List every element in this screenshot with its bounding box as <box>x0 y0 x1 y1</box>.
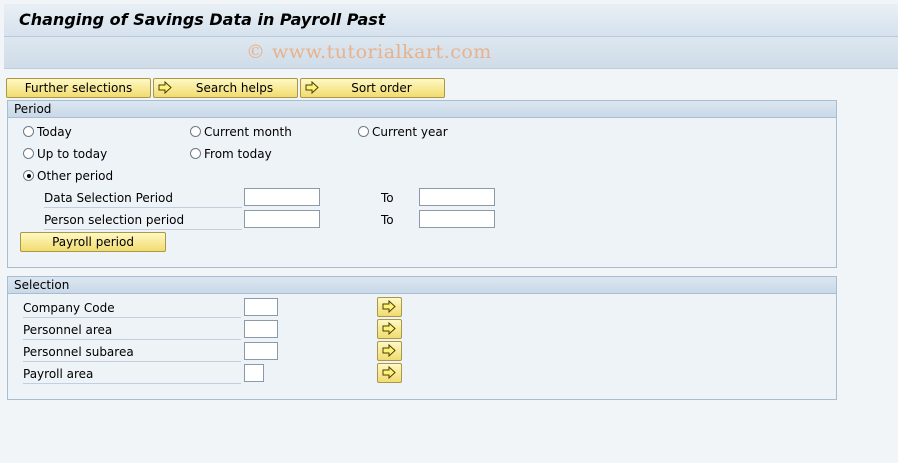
period-heading: Period <box>8 101 836 118</box>
company-code-multiple-selection-button[interactable] <box>377 297 402 317</box>
personnel-subarea-input[interactable] <box>244 342 278 360</box>
selection-heading: Selection <box>8 277 836 294</box>
page-title: Changing of Savings Data in Payroll Past <box>19 10 386 29</box>
arrow-right-icon <box>382 344 396 357</box>
personnel-area-multiple-selection-button[interactable] <box>377 319 402 339</box>
payroll-area-multiple-selection-button[interactable] <box>377 363 402 383</box>
person-selection-period-label: Person selection period <box>44 211 242 230</box>
radio-circle <box>358 126 369 137</box>
payroll-period-button[interactable]: Payroll period <box>20 232 166 252</box>
person-selection-from-input[interactable] <box>244 210 320 228</box>
further-selections-label: Further selections <box>24 81 133 95</box>
radio-current-year-label: Current year <box>372 125 448 139</box>
sort-order-label: Sort order <box>351 81 412 95</box>
personnel-area-input[interactable] <box>244 320 278 338</box>
search-helps-button[interactable]: Search helps <box>153 78 298 98</box>
data-selection-to-input[interactable] <box>419 188 495 206</box>
payroll-period-label: Payroll period <box>52 235 134 249</box>
radio-circle <box>190 126 201 137</box>
radio-circle <box>190 148 201 159</box>
data-selection-period-label: Data Selection Period <box>44 189 242 208</box>
personnel-area-label: Personnel area <box>23 321 241 340</box>
arrow-right-icon <box>382 366 396 379</box>
radio-circle-selected <box>23 170 34 181</box>
arrow-right-icon <box>305 81 319 94</box>
arrow-right-icon <box>382 322 396 335</box>
payroll-area-input[interactable] <box>244 364 264 382</box>
personnel-subarea-label: Personnel subarea <box>23 343 241 362</box>
radio-other-period-label: Other period <box>37 169 114 183</box>
radio-circle <box>23 148 34 159</box>
radio-from-today-label: From today <box>204 147 272 161</box>
personnel-subarea-multiple-selection-button[interactable] <box>377 341 402 361</box>
person-selection-to-input[interactable] <box>419 210 495 228</box>
watermark: © www.tutorialkart.com <box>246 41 492 63</box>
further-selections-button[interactable]: Further selections <box>6 78 151 98</box>
data-selection-to-label: To <box>381 191 394 205</box>
data-selection-from-input[interactable] <box>244 188 320 206</box>
arrow-right-icon <box>382 300 396 313</box>
radio-today-label: Today <box>37 125 72 139</box>
company-code-input[interactable] <box>244 298 278 316</box>
sort-order-button[interactable]: Sort order <box>300 78 445 98</box>
payroll-area-label: Payroll area <box>23 365 241 384</box>
arrow-right-icon <box>158 81 172 94</box>
radio-up-to-today-label: Up to today <box>37 147 108 161</box>
title-bar: Changing of Savings Data in Payroll Past <box>4 4 898 37</box>
radio-circle <box>23 126 34 137</box>
search-helps-label: Search helps <box>195 81 274 95</box>
radio-current-month-label: Current month <box>204 125 292 139</box>
person-selection-to-label: To <box>381 213 394 227</box>
company-code-label: Company Code <box>23 299 241 318</box>
